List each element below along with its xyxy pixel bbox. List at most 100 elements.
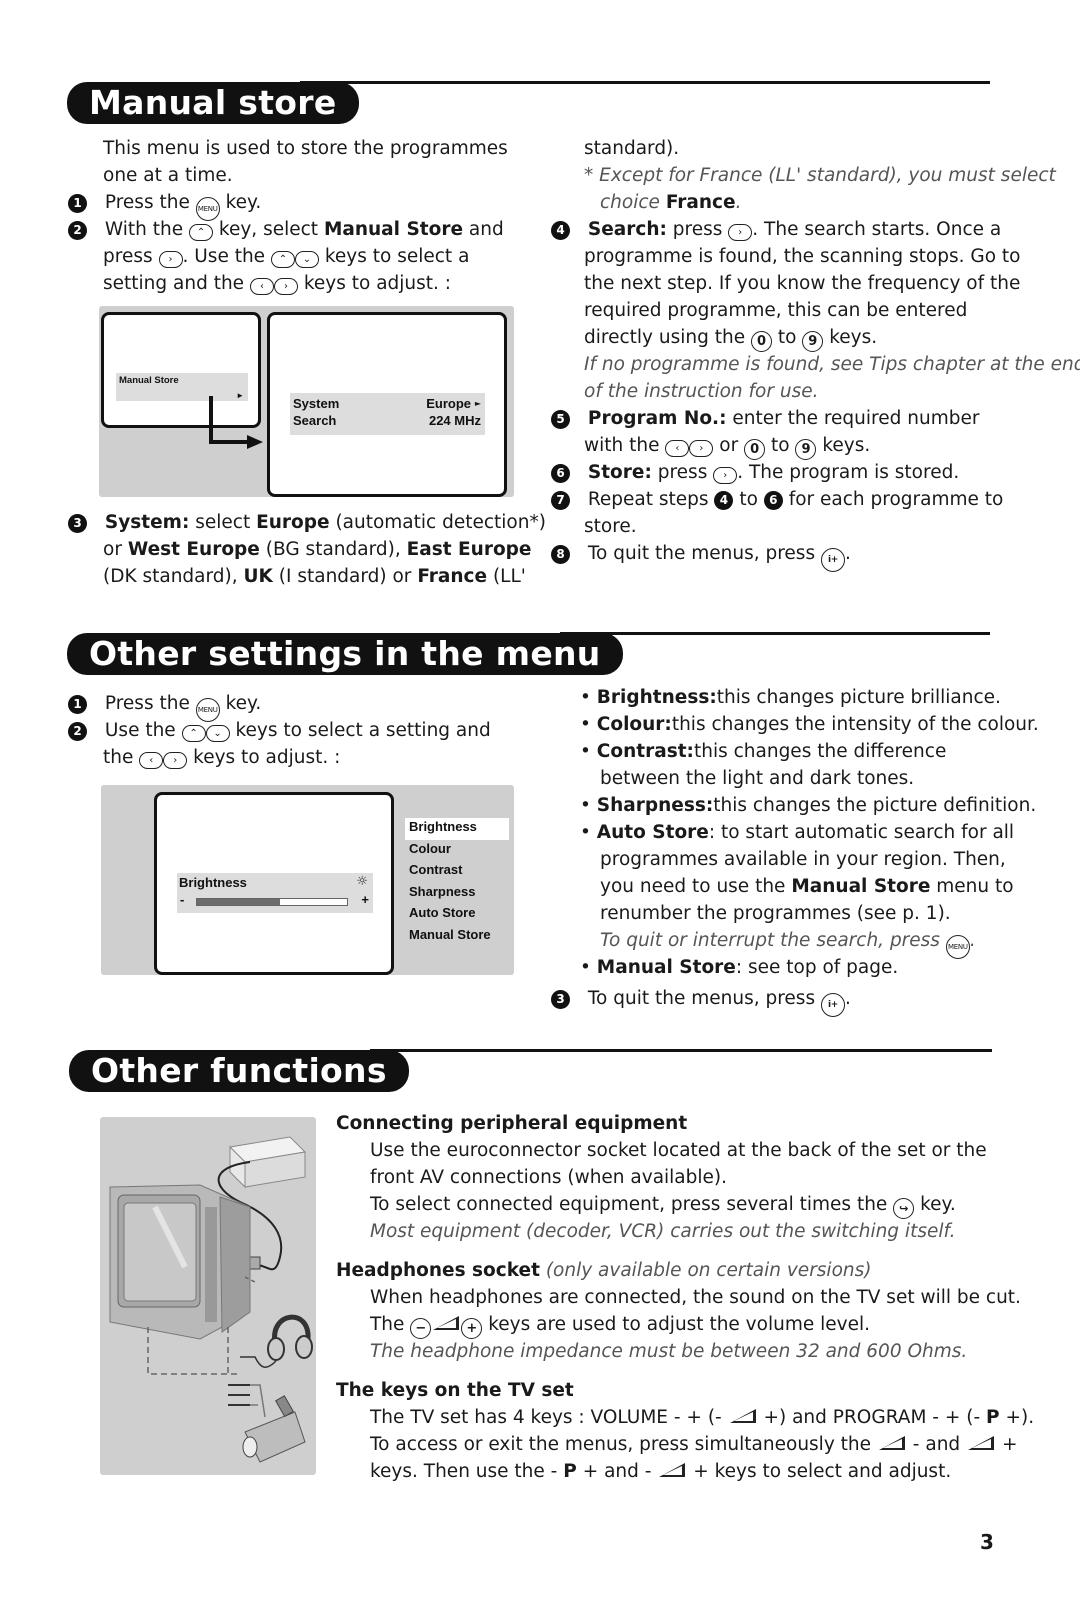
digit-key-9-icon: 9 [795, 439, 817, 460]
osd-menu-item: Contrast [409, 862, 463, 877]
step-number-icon: 5 [551, 410, 570, 429]
osd-value-system: Europe [426, 396, 471, 411]
tv-keys-line1: The TV set has 4 keys : VOLUME - + (- +)… [370, 1407, 1035, 1428]
page-number: 3 [980, 1530, 994, 1554]
tv-keys-line3: keys. Then use the - P + and - + keys to… [370, 1461, 952, 1482]
section-rule [300, 81, 990, 84]
ms-step-4-line: programme is found, the scanning stops. … [584, 246, 1021, 267]
bullet-line: between the light and dark tones. [600, 768, 915, 789]
intro-line: This menu is used to store the programme… [103, 138, 508, 159]
left-key-icon: ‹ [249, 278, 274, 295]
ms-step-4-line: the next step. If you know the frequency… [584, 273, 1021, 294]
step-ref-icon: 4 [714, 491, 734, 510]
section-title-other-functions: Other functions [69, 1050, 409, 1092]
plus-key-icon: + [461, 1318, 483, 1339]
peripheral-note: Most equipment (decoder, VCR) carries ou… [370, 1221, 956, 1242]
tv-screen: Brightness ☼ - + [154, 792, 394, 975]
rca-cables-icon [228, 1384, 266, 1418]
heading-peripheral: Connecting peripheral equipment [336, 1113, 688, 1134]
brightness-slider-panel: Brightness ☼ - + [177, 873, 373, 913]
right-key-icon: › [713, 467, 738, 484]
step-ref-icon: 6 [763, 491, 783, 510]
headphones-line2: The − + keys are used to adjust the volum… [370, 1311, 870, 1339]
peripheral-line: front AV connections (when available). [370, 1167, 728, 1188]
osd-menu-item: Manual Store [409, 926, 491, 942]
arrow-right-icon: ► [236, 391, 244, 400]
osd-menu-item: Brightness [405, 818, 509, 840]
up-key-icon: ⌃ [181, 725, 206, 742]
ms-step-4-line: required programme, this can be entered [584, 300, 968, 321]
camcorder-icon [242, 1395, 306, 1463]
menu-key-icon: MENU [945, 935, 970, 959]
section-title-other-settings: Other settings in the menu [67, 633, 623, 675]
ms-step-3-line2: or West Europe (BG standard), East Europ… [103, 539, 532, 560]
ms-step-7: 7 Repeat steps 4 to 6 for each programme… [551, 486, 1003, 513]
osd-submenu: System Europe ► Search 224 MHz [290, 393, 485, 435]
bullet-line: renumber the programmes (see p. 1). [600, 903, 951, 924]
heading-headphones: Headphones socket (only available on cer… [336, 1260, 872, 1281]
up-key-icon: ⌃ [189, 224, 214, 241]
info-key-icon: i+ [820, 993, 845, 1017]
right-key-icon: › [158, 251, 183, 268]
ms-step-4-line5: directly using the 0 to 9 keys. [584, 324, 877, 352]
bullet-item: • Contrast:this changes the difference [580, 741, 947, 762]
os-step-3: 3 To quit the menus, press i+. [551, 985, 851, 1017]
os-step-2: 2 Use the ⌃ ⌄ keys to select a setting an… [68, 717, 491, 744]
arrow-connector [209, 440, 249, 444]
osd-menu-item: Manual Store ► [116, 373, 248, 401]
digit-key-0-icon: 0 [750, 331, 772, 352]
volume-icon [659, 1463, 686, 1477]
menu-screen: Manual Store ► [101, 312, 261, 428]
decoder-box-icon [228, 1136, 307, 1189]
left-key-icon: ‹ [665, 440, 690, 457]
arrow-head-icon [247, 435, 263, 449]
up-key-icon: ⌃ [270, 251, 295, 268]
volume-icon [729, 1409, 756, 1423]
manual-store-diagram: Manual Store ► System Europe ► Search 22… [99, 306, 514, 497]
right-key-icon: › [689, 440, 714, 457]
heading-tv-keys: The keys on the TV set [336, 1380, 574, 1401]
info-key-icon: i+ [820, 548, 845, 572]
ms-step-5-line2: with the ‹ › or 0 to 9 keys. [584, 432, 870, 460]
osd-row-search: Search [293, 413, 337, 428]
step-number-icon: 2 [68, 722, 87, 741]
minus-key-icon: − [410, 1318, 432, 1339]
slider-minus: - [180, 892, 185, 907]
bullet-line: programmes available in your region. The… [600, 849, 1006, 870]
slider-label: Brightness [179, 875, 247, 890]
ms-step-8: 8 To quit the menus, press i+. [551, 540, 851, 572]
step-number-icon: 2 [68, 221, 87, 240]
section-rule [370, 1049, 992, 1052]
av-source-key-icon: ↪ [893, 1198, 915, 1219]
brightness-slider[interactable] [196, 898, 348, 906]
bullet-item: • Manual Store: see top of page. [580, 957, 899, 978]
tv-icon [109, 1184, 251, 1340]
step-number-icon: 1 [68, 194, 87, 213]
headphones-note: The headphone impedance must be between … [370, 1341, 968, 1362]
headphones-icon [240, 1314, 313, 1368]
bullet-item: • Auto Store: to start automatic search … [580, 822, 1015, 843]
slider-fill [197, 899, 280, 905]
footnote-line2: choice France. [600, 192, 742, 213]
ms-step-2-line3: setting and the ‹ › keys to adjust. : [103, 273, 452, 295]
step-number-icon: 3 [68, 514, 87, 533]
ms-step-4: 4 Search: press ›. The search starts. On… [551, 216, 1001, 243]
step-number-icon: 8 [551, 545, 570, 564]
slider-plus: + [361, 892, 369, 907]
bullet-item: • Brightness:this changes picture brilli… [580, 687, 1001, 708]
ms-step-5: 5 Program No.: enter the required number [551, 405, 979, 432]
tv-connections-drawing [109, 1136, 313, 1463]
bullet-line: you need to use the Manual Store menu to [600, 876, 1014, 897]
down-key-icon: ⌄ [205, 725, 230, 742]
osd-value-search: 224 MHz [428, 413, 481, 428]
volume-icon [878, 1436, 905, 1450]
footnote: * Except for France (LL' standard), you … [584, 165, 1056, 186]
osd-menu-item: Colour [409, 840, 451, 856]
step-number-icon: 4 [551, 221, 570, 240]
volume-icon [968, 1436, 995, 1450]
peripheral-line: Use the euroconnector socket located at … [370, 1140, 987, 1161]
down-key-icon: ⌄ [294, 251, 319, 268]
arrow-connector [209, 396, 213, 444]
arrow-right-icon: ► [474, 399, 481, 408]
os-step-2-line2: the ‹ › keys to adjust. : [103, 747, 341, 769]
